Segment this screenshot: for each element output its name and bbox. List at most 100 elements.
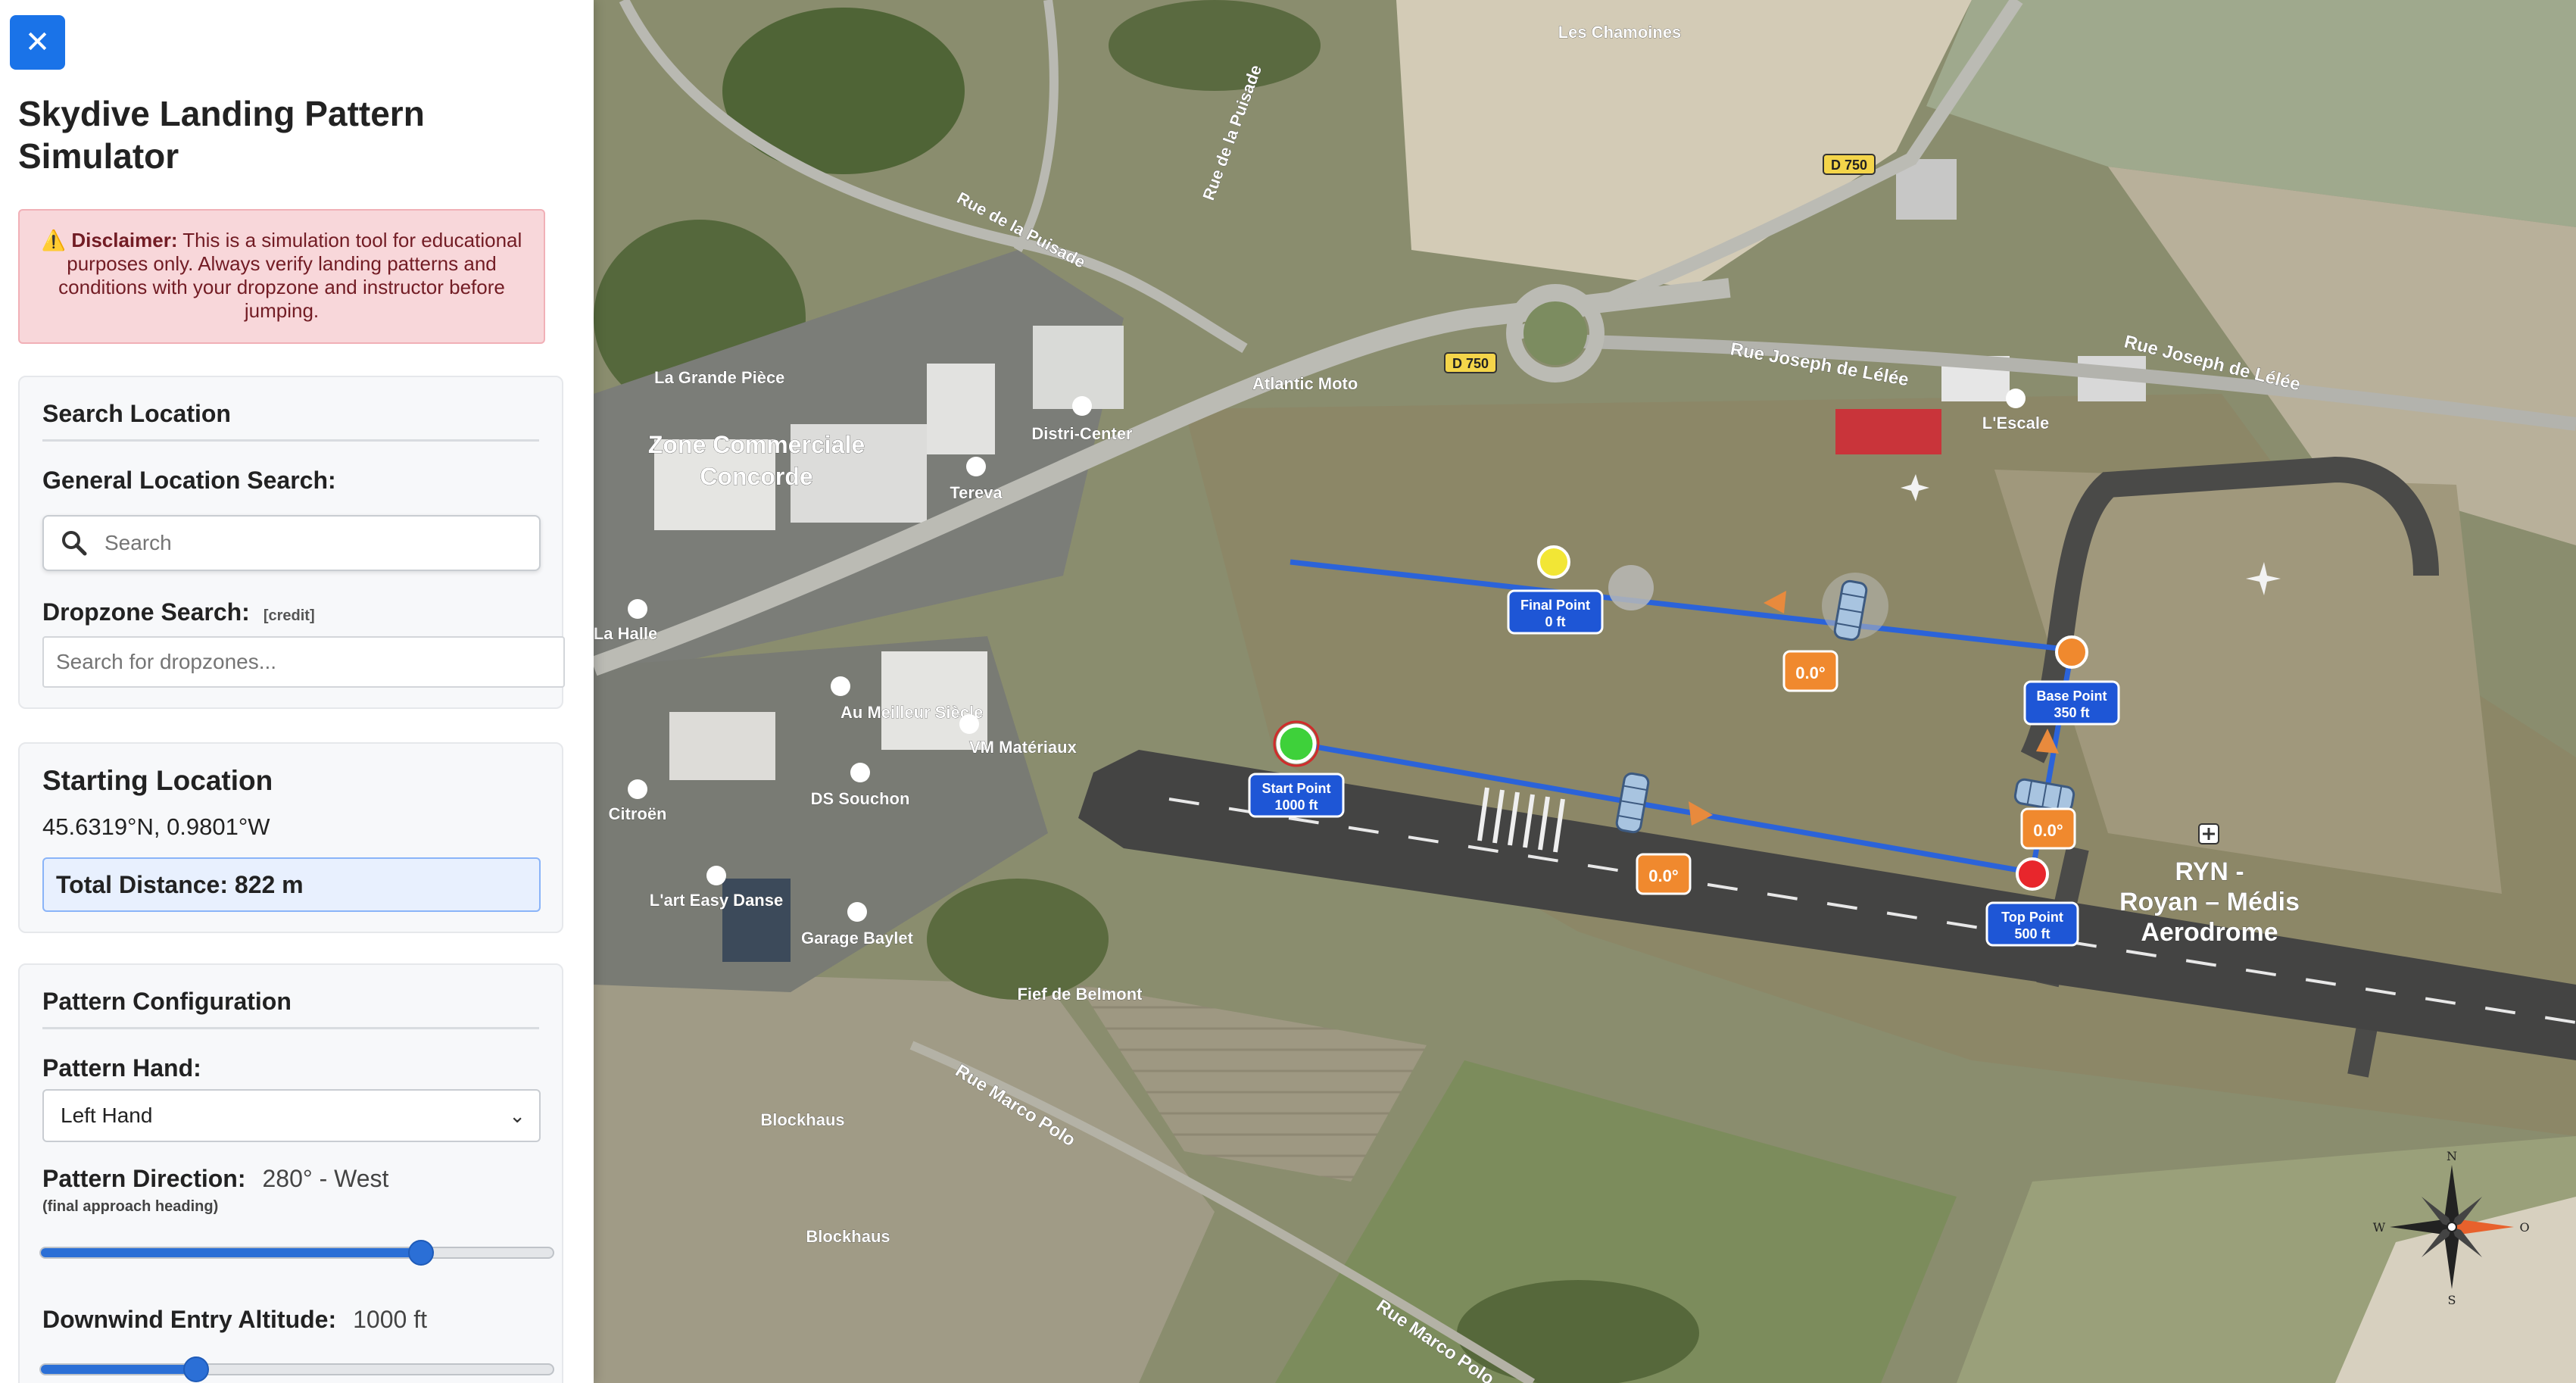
search-location-title: Search Location xyxy=(42,400,231,427)
close-button[interactable]: ✕ xyxy=(10,15,65,70)
trees xyxy=(1457,1280,1699,1383)
map-label: Distri-Center xyxy=(1031,424,1133,443)
trees xyxy=(927,879,1109,1000)
start-point-marker[interactable] xyxy=(1276,723,1317,764)
road-shield: D 750 xyxy=(1823,154,1876,175)
roundabout-center xyxy=(1523,301,1587,365)
map-label: Royan – Médis xyxy=(2119,888,2300,916)
general-search-box[interactable] xyxy=(42,515,541,571)
downwind-altitude-label: Downwind Entry Altitude: 1000 ft xyxy=(42,1306,427,1334)
map-label: L'Escale xyxy=(1982,414,2049,432)
slider-fill xyxy=(41,1365,195,1374)
svg-text:Top Point: Top Point xyxy=(2001,910,2063,925)
building xyxy=(881,651,987,750)
map-label: Garage Baylet xyxy=(801,929,914,947)
compass-west: W xyxy=(2373,1220,2386,1235)
top-point-marker[interactable] xyxy=(2016,857,2049,891)
general-search-label: General Location Search: xyxy=(42,467,336,494)
svg-text:1000 ft: 1000 ft xyxy=(1274,798,1318,813)
pattern-config-card: Pattern Configuration Pattern Hand: Left… xyxy=(18,963,563,1383)
base-point-label: Base Point 350 ft xyxy=(2023,680,2120,726)
compass-south: S xyxy=(2448,1293,2456,1307)
close-icon: ✕ xyxy=(24,26,51,59)
pattern-hand-value: Left Hand xyxy=(61,1104,153,1127)
start-point-label: Start Point 1000 ft xyxy=(1248,773,1345,818)
downwind-altitude-slider[interactable] xyxy=(39,1356,554,1382)
map-label: Concorde xyxy=(700,463,812,490)
starting-coordinates: 45.6319°N, 0.9801°W xyxy=(42,813,270,840)
map-label: La Halle xyxy=(594,624,657,643)
map-label: RYN - xyxy=(2175,857,2244,886)
dropzone-search-input[interactable] xyxy=(42,636,565,688)
svg-text:D 750: D 750 xyxy=(1831,158,1867,173)
base-point-marker[interactable] xyxy=(2055,635,2088,669)
slider-thumb[interactable] xyxy=(408,1240,435,1266)
slider-fill xyxy=(41,1248,420,1257)
pattern-config-title: Pattern Configuration xyxy=(42,988,292,1015)
trees xyxy=(722,8,965,174)
pattern-hand-label: Pattern Hand: xyxy=(42,1054,201,1082)
pattern-direction-label: Pattern Direction: 280° - West xyxy=(42,1165,388,1193)
credit-link[interactable]: [credit] xyxy=(264,607,315,624)
svg-text:Start Point: Start Point xyxy=(1261,781,1330,796)
svg-text:0 ft: 0 ft xyxy=(1545,614,1566,629)
map-label: La Grande Pièce xyxy=(654,368,784,387)
angle-badge: 0.0° xyxy=(1782,650,1838,692)
pattern-direction-slider[interactable] xyxy=(39,1240,554,1266)
disclaimer-label: Disclaimer: xyxy=(71,229,178,251)
svg-text:500 ft: 500 ft xyxy=(2014,926,2050,941)
pattern-direction-label-text: Pattern Direction: xyxy=(42,1165,246,1192)
building xyxy=(1033,326,1124,409)
angle-badge: 0.0° xyxy=(1636,853,1692,895)
pattern-hand-select[interactable]: Left Hand ⌄ xyxy=(42,1089,541,1142)
search-icon xyxy=(62,531,87,556)
sidebar: ✕ Skydive Landing Pattern Simulator ⚠️ D… xyxy=(0,0,594,1383)
svg-text:Base Point: Base Point xyxy=(2036,688,2107,704)
compass-north: N xyxy=(2447,1149,2457,1163)
angle-badge-text: 0.0° xyxy=(2033,821,2063,840)
map-label: DS Souchon xyxy=(811,789,910,808)
downwind-altitude-label-text: Downwind Entry Altitude: xyxy=(42,1306,337,1333)
map-label: Fief de Belmont xyxy=(1017,985,1143,1004)
dropzone-search-label-text: Dropzone Search: xyxy=(42,598,250,626)
building xyxy=(669,712,775,780)
section-divider xyxy=(42,1027,539,1029)
section-divider xyxy=(42,439,539,442)
map-label: Zone Commerciale xyxy=(648,431,865,458)
map-label: VM Matériaux xyxy=(969,738,1077,757)
satellite-map[interactable]: 0.0° 0.0° 0.0° Final Point 0 ft Base Poi… xyxy=(594,0,2576,1383)
target-circle xyxy=(1608,565,1654,610)
map-label: Citroën xyxy=(609,804,667,823)
map-label: Tereva xyxy=(950,483,1003,502)
map-label: L'art Easy Danse xyxy=(650,891,783,910)
road-shield: D 750 xyxy=(1444,352,1497,373)
general-search-input[interactable] xyxy=(103,530,530,556)
total-distance: Total Distance: 822 m xyxy=(42,857,541,912)
map-label: Blockhaus xyxy=(806,1227,890,1246)
angle-badge: 0.0° xyxy=(2020,807,2076,850)
angle-badge-text: 0.0° xyxy=(1648,866,1678,885)
top-point-label: Top Point 500 ft xyxy=(1985,901,2079,947)
trees xyxy=(1109,0,1321,91)
angle-badge-text: 0.0° xyxy=(1795,663,1825,682)
compass-east: O xyxy=(2519,1220,2529,1235)
pattern-direction-note: (final approach heading) xyxy=(42,1198,219,1215)
starting-location-title: Starting Location xyxy=(42,765,273,796)
svg-text:Final Point: Final Point xyxy=(1520,598,1590,613)
map-label: Blockhaus xyxy=(760,1110,844,1129)
svg-text:D 750: D 750 xyxy=(1452,356,1489,371)
map-canvas[interactable]: 0.0° 0.0° 0.0° Final Point 0 ft Base Poi… xyxy=(594,0,2576,1383)
chevron-down-icon: ⌄ xyxy=(509,1104,525,1127)
warning-icon: ⚠️ xyxy=(41,229,67,251)
svg-text:350 ft: 350 ft xyxy=(2054,705,2089,720)
page-title: Skydive Landing Pattern Simulator xyxy=(18,94,425,176)
slider-thumb[interactable] xyxy=(182,1356,209,1382)
final-point-marker[interactable] xyxy=(1537,545,1570,579)
building xyxy=(927,364,995,454)
disclaimer-box: ⚠️ Disclaimer: This is a simulation tool… xyxy=(18,209,545,344)
map-label: Atlantic Moto xyxy=(1252,374,1358,393)
map-label: Les Chamoines xyxy=(1558,23,1682,42)
starting-location-card: Starting Location 45.6319°N, 0.9801°W To… xyxy=(18,742,563,933)
final-point-label: Final Point 0 ft xyxy=(1507,589,1604,635)
dropzone-search-label: Dropzone Search: [credit] xyxy=(42,598,315,626)
